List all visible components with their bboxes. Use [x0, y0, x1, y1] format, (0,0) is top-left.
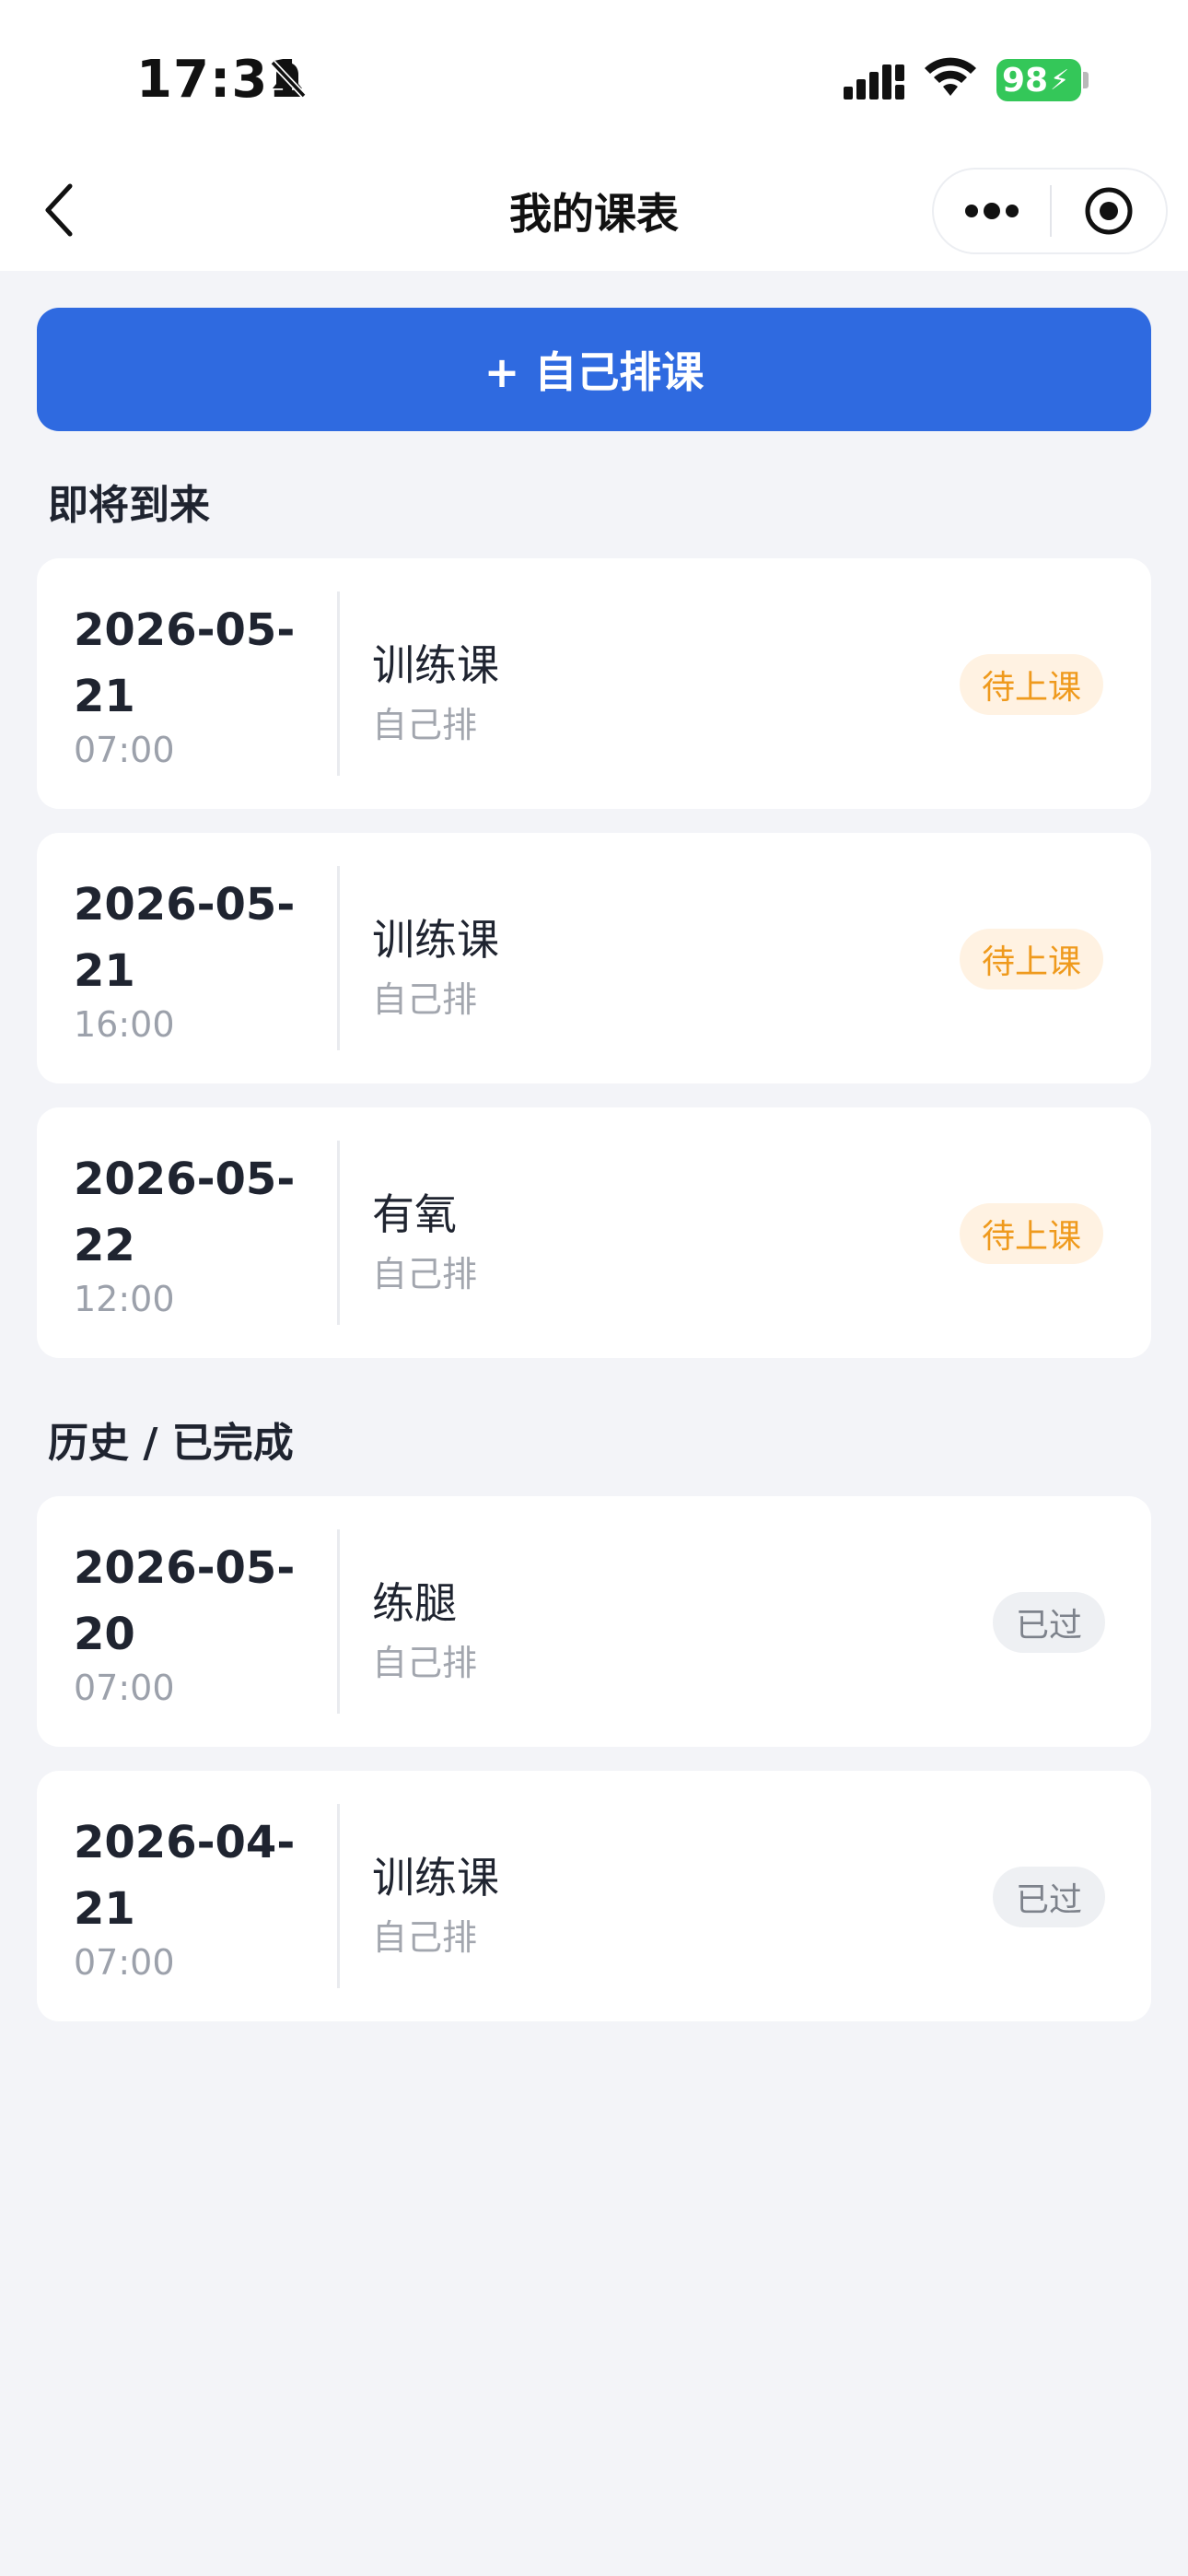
lesson-course: 训练课: [372, 1853, 499, 1903]
lesson-card[interactable]: 2026-05- 21 07:00 训练课 自己排 待上课: [37, 558, 1151, 809]
section-title-history: 历史 / 已完成: [48, 1420, 294, 1467]
lesson-time: 07:00: [74, 730, 175, 770]
lesson-course: 有氧: [372, 1189, 457, 1239]
top-bar: 17:31 98 ⚡ 我的课表: [0, 0, 1188, 271]
lesson-date-line2: 21: [74, 945, 135, 997]
lesson-date-line1: 2026-04-: [74, 1817, 296, 1868]
lesson-source: 自己排: [372, 1254, 478, 1294]
battery-level: 98: [1002, 61, 1049, 100]
lesson-course: 训练课: [372, 640, 499, 690]
more-dots-icon: [965, 203, 1019, 219]
card-divider: [337, 1141, 340, 1325]
lesson-date: 2026-05- 22: [74, 1146, 332, 1279]
lesson-source: 自己排: [372, 705, 478, 745]
lesson-source: 自己排: [372, 1917, 478, 1958]
lesson-date-line1: 2026-05-: [74, 1542, 296, 1594]
lesson-date: 2026-04- 21: [74, 1809, 332, 1942]
lesson-course: 训练课: [372, 915, 499, 965]
lesson-source: 自己排: [372, 979, 478, 1020]
lesson-source: 自己排: [372, 1643, 478, 1683]
charging-bolt-icon: ⚡: [1050, 64, 1070, 97]
lesson-time: 12:00: [74, 1279, 175, 1319]
lesson-card[interactable]: 2026-05- 20 07:00 练腿 自己排 已过: [37, 1496, 1151, 1747]
card-divider: [337, 591, 340, 776]
lesson-date: 2026-05- 21: [74, 872, 332, 1004]
card-divider: [337, 1529, 340, 1714]
lesson-date-line2: 21: [74, 1883, 135, 1935]
card-divider: [337, 1804, 340, 1988]
more-button[interactable]: [934, 168, 1050, 254]
lesson-date: 2026-05- 21: [74, 597, 332, 730]
lesson-date-line1: 2026-05-: [74, 879, 296, 931]
lesson-date-line1: 2026-05-: [74, 604, 296, 656]
lesson-date-line1: 2026-05-: [74, 1153, 296, 1205]
lesson-card[interactable]: 2026-05- 21 16:00 训练课 自己排 待上课: [37, 833, 1151, 1083]
lesson-time: 07:00: [74, 1942, 175, 1983]
target-circle-icon: [1085, 187, 1133, 235]
section-title-upcoming: 即将到来: [48, 482, 210, 529]
lesson-course: 练腿: [372, 1578, 457, 1628]
lesson-date-line2: 21: [74, 671, 135, 722]
lesson-date-line2: 22: [74, 1220, 135, 1271]
cellular-signal-icon: [844, 64, 904, 100]
status-badge: 待上课: [960, 929, 1103, 989]
mini-program-capsule: [932, 168, 1168, 254]
bell-muted-icon: [270, 60, 307, 99]
status-badge: 待上课: [960, 654, 1103, 715]
status-badge: 已过: [993, 1592, 1105, 1653]
close-mini-program-button[interactable]: [1052, 168, 1166, 254]
battery-cap: [1083, 72, 1089, 88]
status-badge: 待上课: [960, 1203, 1103, 1264]
status-badge: 已过: [993, 1867, 1105, 1927]
lesson-time: 16:00: [74, 1004, 175, 1045]
lesson-date-line2: 20: [74, 1609, 135, 1660]
card-divider: [337, 866, 340, 1050]
add-schedule-button[interactable]: + 自己排课: [37, 308, 1151, 431]
lesson-card[interactable]: 2026-04- 21 07:00 训练课 自己排 已过: [37, 1771, 1151, 2021]
battery-indicator: 98 ⚡: [996, 59, 1081, 101]
lesson-card[interactable]: 2026-05- 22 12:00 有氧 自己排 待上课: [37, 1107, 1151, 1358]
wifi-icon: [925, 57, 976, 96]
lesson-time: 07:00: [74, 1668, 175, 1708]
page: 17:31 98 ⚡ 我的课表 + 自己排课 即将到来 2026-05- 21 …: [0, 0, 1188, 2576]
lesson-date: 2026-05- 20: [74, 1535, 332, 1668]
